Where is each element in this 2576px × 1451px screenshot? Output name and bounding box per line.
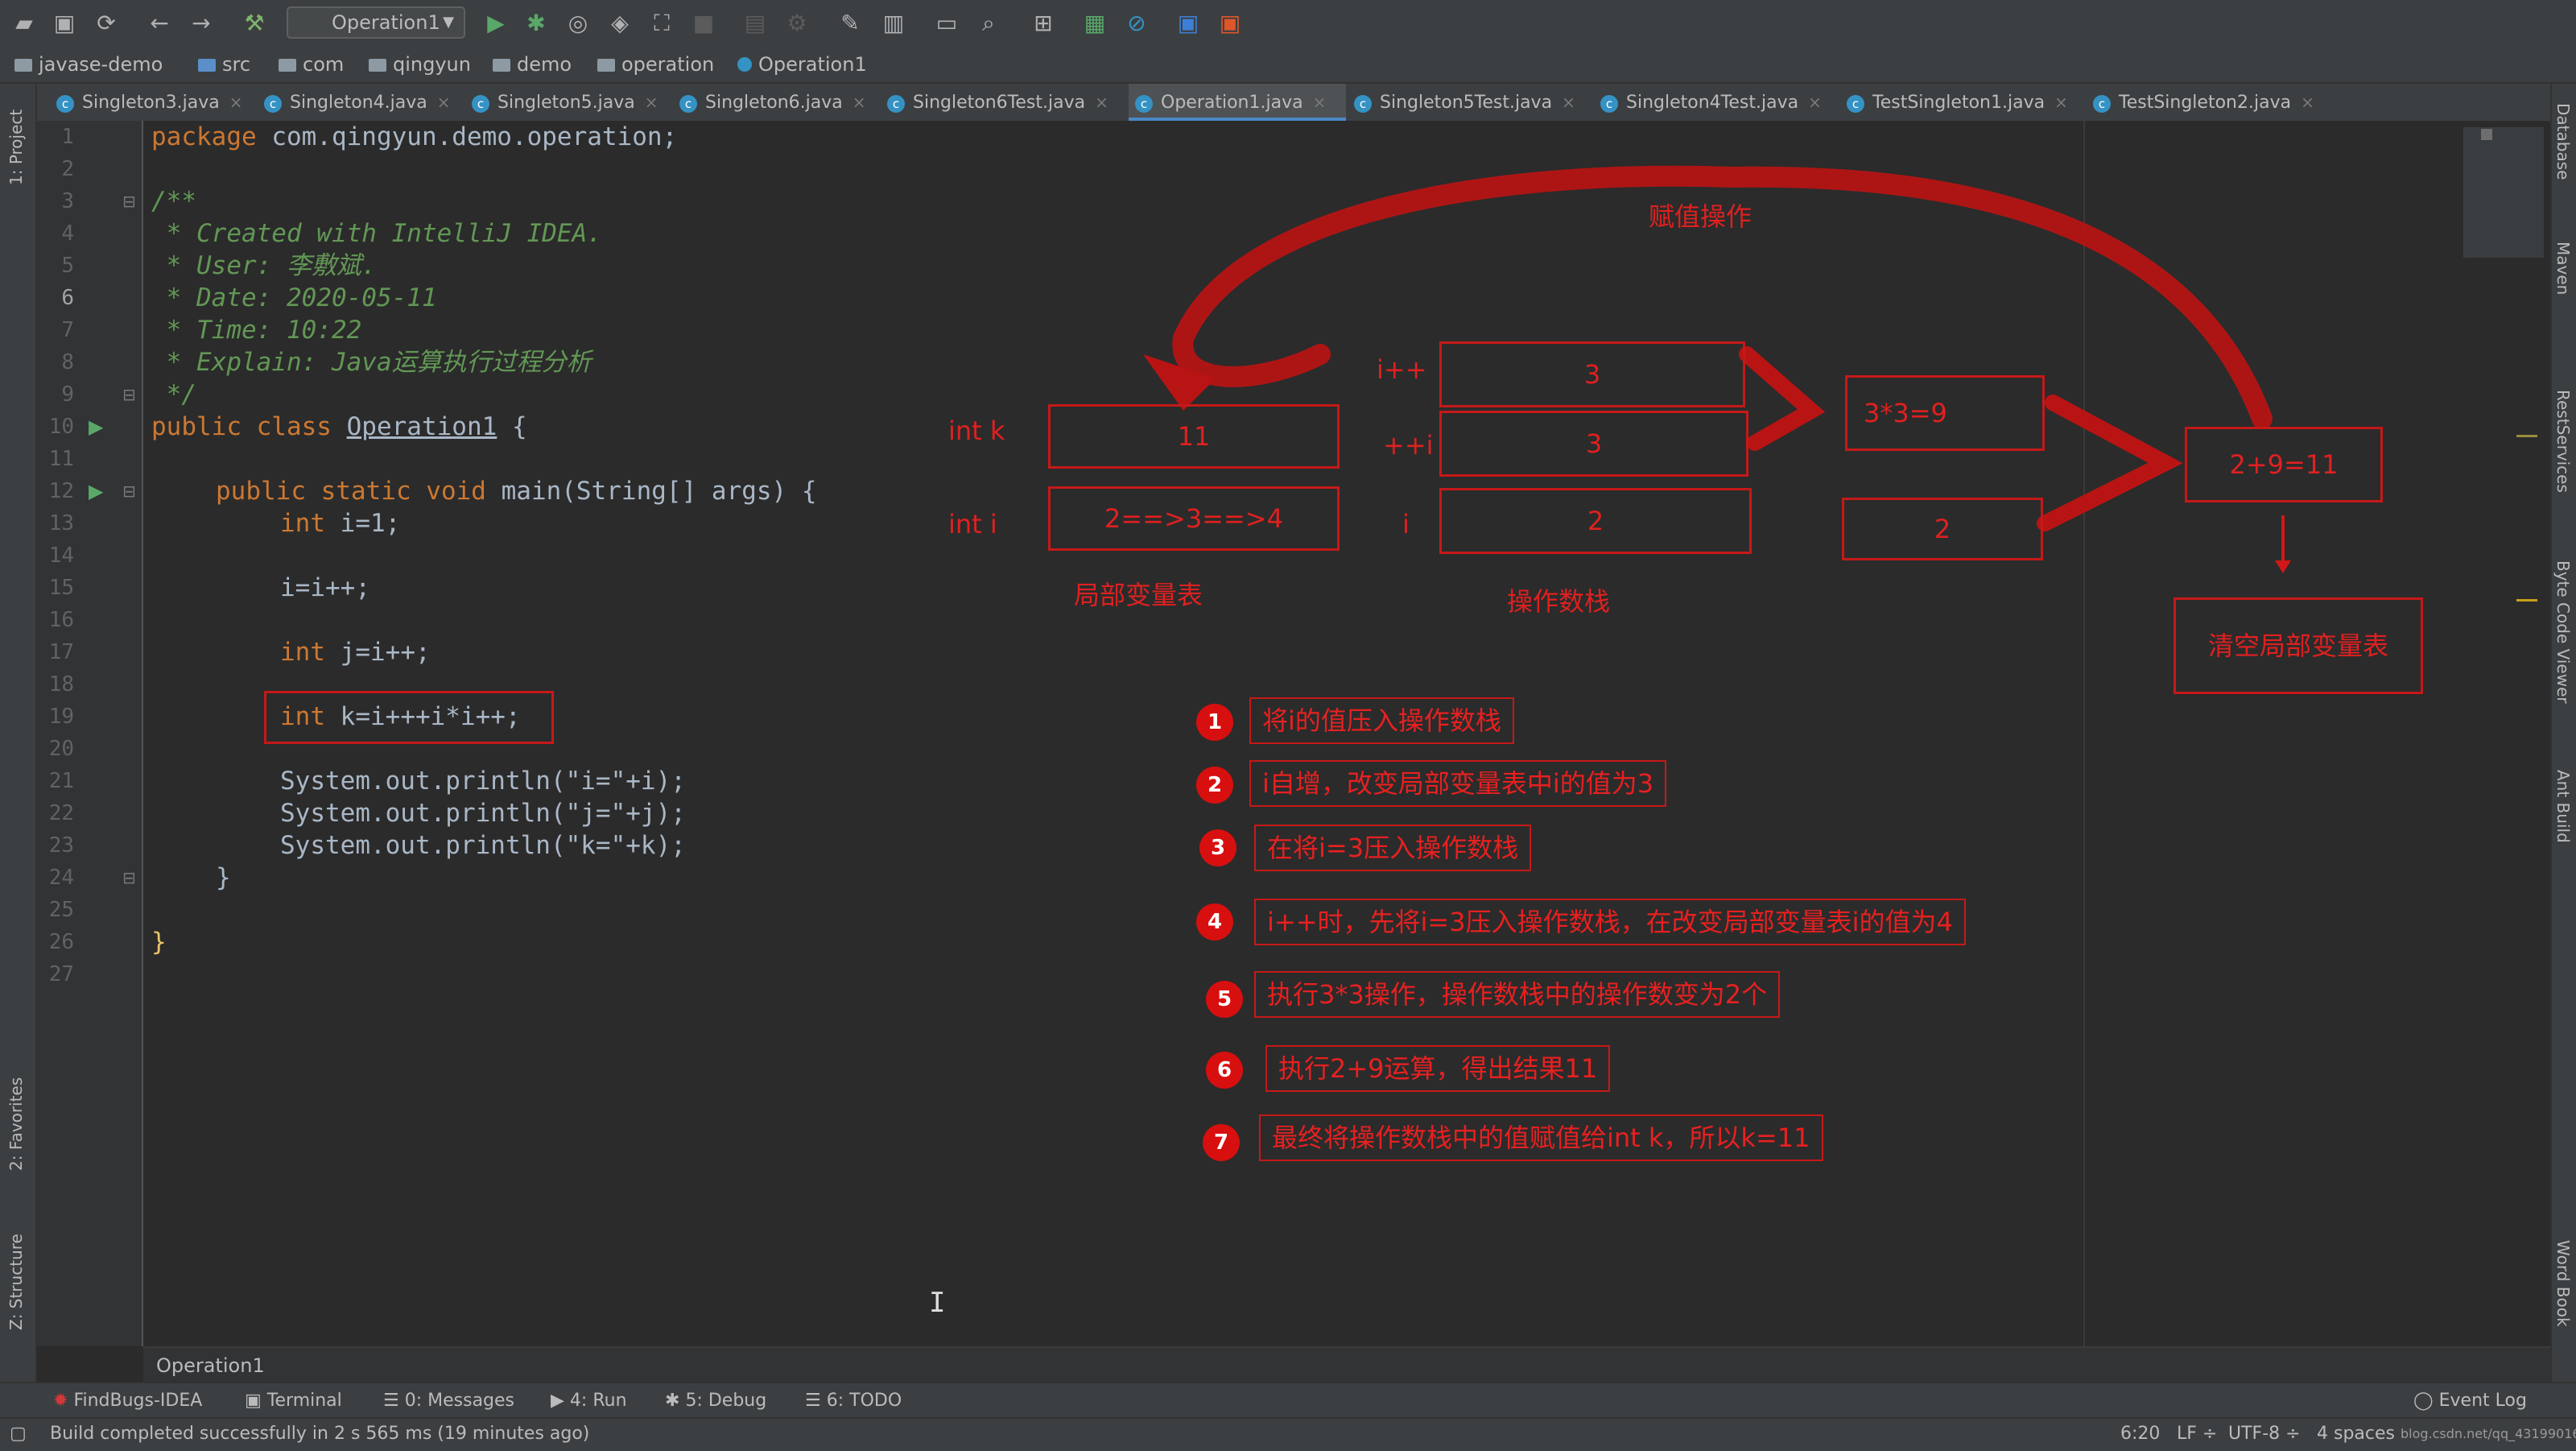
sum-arrow [2037,395,2183,531]
step-badge-3: 3 [1199,829,1236,866]
tool-label: 0: Messages [404,1391,515,1411]
stack-label-pre-inc: ++i [1383,430,1434,461]
step-badge-1: 1 [1196,704,1233,741]
stack-cell-3: 2 [1439,488,1752,554]
clear-arrow-head [2275,560,2291,573]
step-badge-5: 5 [1206,981,1243,1018]
caret-position[interactable]: 6:20 [2120,1419,2160,1449]
debug-tool-button[interactable]: ✱ 5: Debug [665,1383,766,1419]
local-i-cell: 2==>3==>4 [1048,486,1340,551]
step-text-3: 在将i=3压入操作数栈 [1254,825,1532,871]
indent-setting[interactable]: 4 spaces [2317,1419,2395,1449]
lower-value-cell: 2 [1842,498,2043,560]
current-class-label[interactable]: Operation1 [156,1348,265,1383]
terminal-tool-button[interactable]: ▣ Terminal [245,1383,342,1419]
stack-caption: 操作数栈 [1507,586,1611,617]
debug-icon: ✱ [665,1391,680,1411]
status-panel-icon[interactable]: ▢ [10,1419,27,1449]
todo-icon: ☰ [805,1391,821,1411]
todo-tool-button[interactable]: ☰ 6: TODO [805,1383,902,1419]
tool-label: 6: TODO [826,1391,902,1411]
file-encoding[interactable]: UTF-8 ÷ [2228,1419,2301,1449]
step-badge-4: 4 [1196,903,1233,940]
watermark: blog.csdn.net/qq_43199016 [2401,1426,2576,1441]
status-bar: ▢ Build completed successfully in 2 s 56… [0,1417,2576,1451]
tool-label: Event Log [2438,1391,2527,1411]
run-tool-button[interactable]: ▶ 4: Run [551,1383,627,1419]
text-cursor-icon: I [929,1287,946,1319]
step-badge-6: 6 [1206,1052,1243,1089]
stack-cell-1: 3 [1439,341,1745,407]
tool-label: 5: Debug [685,1391,767,1411]
sum-result-cell: 2+9=11 [2185,427,2383,502]
assign-label: 赋值操作 [1649,201,1752,232]
messages-tool-button[interactable]: ☰ 0: Messages [383,1383,514,1419]
int-i-label: int i [948,509,997,539]
messages-icon: ☰ [383,1391,399,1411]
clear-local-table-box: 清空局部变量表 [2174,597,2423,694]
event-log-tool-button[interactable]: ◯ Event Log [2413,1383,2527,1419]
int-k-label: int k [948,415,1005,446]
event-log-icon: ◯ [2413,1391,2434,1411]
step-text-1: 将i的值压入操作数栈 [1249,697,1514,744]
stack-label-post-inc: i++ [1377,354,1427,385]
mult-arrow [1739,346,1826,451]
tool-label: FindBugs-IDEA [73,1391,203,1411]
step-text-4: i++时，先将i=3压入操作数栈，在改变局部变量表i的值为4 [1254,899,1966,945]
local-table-caption: 局部变量表 [1074,580,1203,610]
step-text-6: 执行2+9运算，得出结果11 [1265,1045,1611,1092]
step-text-2: i自增，改变局部变量表中i的值为3 [1249,760,1667,807]
tool-window-bar: ✹ FindBugs-IDEA ▣ Terminal ☰ 0: Messages… [0,1382,2576,1419]
step-badge-7: 7 [1203,1124,1240,1161]
findbugs-tool-button[interactable]: ✹ FindBugs-IDEA [53,1383,202,1419]
step-text-7: 最终将操作数栈中的值赋值给int k，所以k=11 [1259,1114,1823,1161]
editor-breadcrumb-bar: Operation1 [143,1346,2550,1383]
step-text-5: 执行3*3操作，操作数栈中的操作数变为2个 [1254,971,1781,1018]
tool-label: 4: Run [569,1391,627,1411]
bug-icon: ✹ [53,1391,68,1411]
stack-cell-2: 3 [1439,411,1748,477]
stack-label-i: i [1402,509,1410,539]
run-icon: ▶ [551,1391,564,1411]
status-message[interactable]: Build completed successfully in 2 s 565 … [50,1419,589,1449]
mult-result-cell: 3*3=9 [1845,375,2045,451]
terminal-icon: ▣ [245,1391,262,1411]
line-separator[interactable]: LF ÷ [2177,1419,2217,1449]
local-k-cell: 11 [1048,404,1340,469]
step-badge-2: 2 [1196,767,1233,804]
tool-label: Terminal [266,1391,342,1411]
